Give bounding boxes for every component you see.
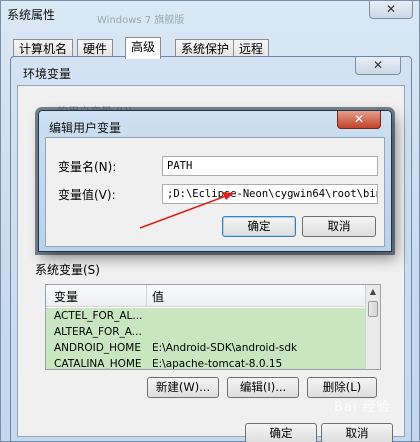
vertical-scrollbar[interactable]: ▲ (365, 285, 380, 369)
edit-panel: 变量名(N): PATH 变量值(V): ;D:\Eclipse-Neon\cy… (45, 137, 385, 247)
variable-value-input[interactable]: ;D:\Eclipse-Neon\cygwin64\root\bin; (162, 184, 378, 204)
edit-cancel-button[interactable]: 取消 (302, 216, 376, 237)
table-header: 变量 值 (46, 285, 366, 307)
row-variable: CATALINA_HOME (54, 358, 142, 370)
watermark-text: Bai 经验 (334, 400, 391, 415)
edit-close-button[interactable]: ✕ (337, 111, 381, 129)
delete-variable-button[interactable]: 删除(L) (307, 377, 377, 398)
tab-advanced[interactable]: 高级 (125, 37, 162, 59)
edit-variable-button[interactable]: 编辑(I)... (227, 377, 299, 398)
row-variable: ACTEL_FOR_AL... (54, 310, 143, 322)
row-variable: ANDROID_HOME (54, 342, 141, 354)
edit-user-variable-dialog: 编辑用户变量 ✕ 变量名(N): PATH 变量值(V): ;D:\Eclips… (38, 110, 392, 252)
scroll-thumb[interactable] (368, 301, 378, 317)
env-window-title: 环境变量 (23, 67, 72, 81)
table-row[interactable]: ACTEL_FOR_AL... (46, 308, 366, 324)
table-row[interactable]: ALTERA_FOR_A... (46, 324, 366, 340)
system-vars-label: 系统变量(S) (35, 263, 100, 277)
table-row[interactable]: ANDROID_HOME E:\Android-SDK\android-sdk (46, 340, 366, 356)
window-title: 系统属性 (7, 8, 56, 22)
column-header-variable[interactable]: 变量 (54, 288, 78, 305)
env-cancel-button[interactable]: 取消 (321, 423, 393, 442)
row-variable: ALTERA_FOR_A... (54, 326, 142, 338)
row-value: E:\Android-SDK\android-sdk (152, 342, 298, 354)
env-close-button[interactable]: ✕ (355, 57, 401, 75)
column-header-value[interactable]: 值 (152, 288, 164, 305)
system-vars-table[interactable]: 变量 值 ACTEL_FOR_AL... ALTERA_FOR_A... AND… (45, 284, 381, 370)
scroll-up-arrow-icon[interactable]: ▲ (366, 285, 380, 299)
row-value: E:\apache-tomcat-8.0.15 (152, 358, 283, 370)
close-button[interactable]: ✕ (369, 1, 413, 19)
variable-value-label: 变量值(V): (58, 188, 116, 202)
edit-dialog-title: 编辑用户变量 (49, 121, 122, 135)
variable-name-label: 变量名(N): (58, 160, 117, 174)
table-row[interactable]: CATALINA_HOME E:\apache-tomcat-8.0.15 (46, 356, 366, 370)
new-variable-button[interactable]: 新建(W)... (147, 377, 219, 398)
column-divider[interactable] (146, 285, 147, 307)
ghost-os-text: Windows 7 旗舰版 (97, 15, 185, 26)
edit-ok-button[interactable]: 确定 (222, 216, 296, 237)
variable-name-input[interactable]: PATH (162, 156, 378, 176)
env-ok-button[interactable]: 确定 (245, 423, 317, 442)
